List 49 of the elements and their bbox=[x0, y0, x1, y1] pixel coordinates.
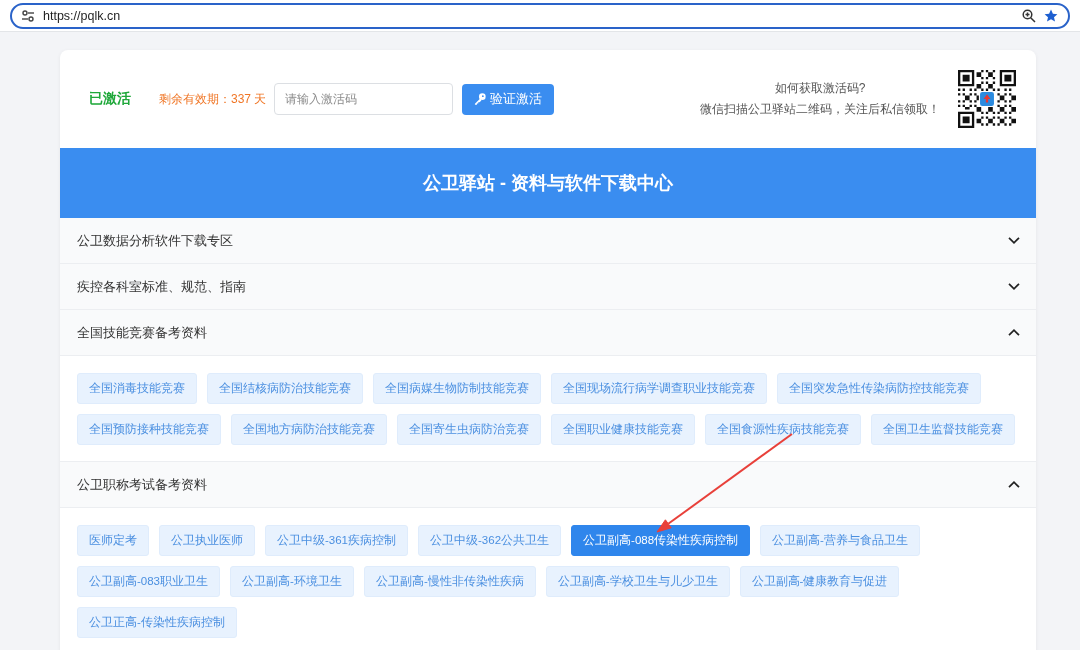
banner-title: 公卫驿站 - 资料与软件下载中心 bbox=[423, 172, 673, 195]
category-chip[interactable]: 公卫正高-传染性疾病控制 bbox=[77, 607, 237, 638]
category-chip[interactable]: 全国寄生虫病防治竞赛 bbox=[397, 414, 541, 445]
section-title: 疾控各科室标准、规范、指南 bbox=[77, 277, 246, 296]
category-chip[interactable]: 公卫副高-环境卫生 bbox=[230, 566, 354, 597]
url-text: https://pqlk.cn bbox=[43, 8, 122, 23]
accordion-header[interactable]: 公卫职称考试备考资料 bbox=[60, 462, 1036, 508]
help-text: 如何获取激活码? bbox=[774, 80, 866, 97]
category-chip[interactable]: 公卫副高-083职业卫生 bbox=[77, 566, 221, 597]
category-chip[interactable]: 全国食源性疾病技能竞赛 bbox=[705, 414, 861, 445]
category-chip[interactable]: 全国突发急性传染病防控技能竞赛 bbox=[777, 373, 981, 404]
category-chip[interactable]: 全国结核病防治技能竞赛 bbox=[207, 373, 363, 404]
help-text: 微信扫描公卫驿站二维码，关注后私信领取！ bbox=[700, 101, 940, 118]
category-chip[interactable]: 全国预防接种技能竞赛 bbox=[77, 414, 221, 445]
category-chip[interactable]: 公卫副高-营养与食品卫生 bbox=[760, 525, 920, 556]
section-title: 公卫职称考试备考资料 bbox=[77, 475, 207, 494]
zoom-in-icon[interactable] bbox=[1022, 8, 1036, 23]
category-chip[interactable]: 全国病媒生物防制技能竞赛 bbox=[373, 373, 541, 404]
section-title: 全国技能竞赛备考资料 bbox=[77, 323, 207, 342]
accordion-header[interactable]: 疾控各科室标准、规范、指南 bbox=[60, 264, 1036, 310]
activation-status: 已激活 bbox=[89, 90, 131, 108]
category-chip[interactable]: 全国职业健康技能竞赛 bbox=[551, 414, 695, 445]
category-chip[interactable]: 公卫中级-361疾病控制 bbox=[265, 525, 409, 556]
category-chip[interactable]: 公卫副高-健康教育与促进 bbox=[739, 566, 900, 597]
category-chip[interactable]: 公卫副高-088传染性疾病控制 bbox=[571, 525, 751, 556]
tune-icon[interactable] bbox=[21, 8, 35, 23]
category-chip[interactable]: 医师定考 bbox=[77, 525, 149, 556]
chevron-down-icon bbox=[1008, 283, 1020, 290]
remaining-validity: 剩余有效期：337 天 bbox=[159, 90, 267, 108]
category-chip[interactable]: 公卫副高-学校卫生与儿少卫生 bbox=[545, 566, 730, 597]
category-chip[interactable]: 全国现场流行病学调查职业技能竞赛 bbox=[551, 373, 767, 404]
category-chip[interactable]: 全国消毒技能竞赛 bbox=[77, 373, 197, 404]
category-chip[interactable]: 公卫执业医师 bbox=[159, 525, 255, 556]
activation-code-field[interactable]: 请输入激活码 bbox=[274, 83, 454, 115]
category-chip[interactable]: 全国地方病防治技能竞赛 bbox=[231, 414, 387, 445]
key-icon bbox=[474, 93, 487, 105]
chevron-up-icon bbox=[1008, 481, 1020, 488]
chevron-up-icon bbox=[1008, 329, 1020, 336]
category-chip[interactable]: 公卫中级-362公共卫生 bbox=[418, 525, 562, 556]
verify-button[interactable]: 验证激活 bbox=[462, 83, 555, 115]
section-title: 公卫数据分析软件下载专区 bbox=[77, 231, 233, 250]
qr-code bbox=[958, 70, 1016, 128]
address-bar[interactable]: https://pqlk.cn bbox=[10, 2, 1070, 29]
chevron-down-icon bbox=[1008, 237, 1020, 244]
accordion-header[interactable]: 全国技能竞赛备考资料 bbox=[60, 310, 1036, 356]
star-icon[interactable] bbox=[1044, 8, 1058, 23]
category-chip[interactable]: 公卫副高-慢性非传染性疾病 bbox=[363, 566, 536, 597]
category-chip[interactable]: 全国卫生监督技能竞赛 bbox=[871, 414, 1015, 445]
accordion-header[interactable]: 公卫数据分析软件下载专区 bbox=[60, 218, 1036, 264]
